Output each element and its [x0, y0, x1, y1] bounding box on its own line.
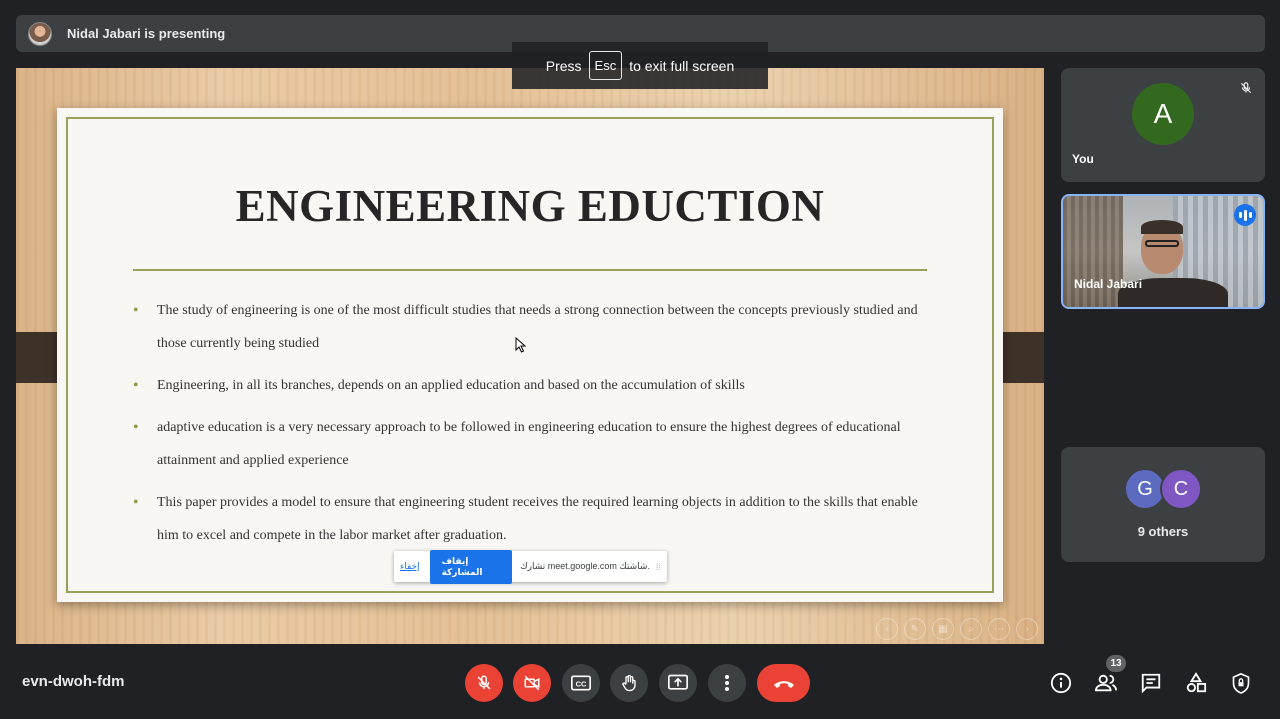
- hand-icon: [622, 674, 636, 692]
- participant-tile-presenter[interactable]: Nidal Jabari: [1061, 194, 1265, 309]
- esc-key-label: Esc: [588, 51, 623, 80]
- presenting-text: Nidal Jabari is presenting: [67, 26, 226, 41]
- mic-off-icon: [477, 675, 491, 690]
- shield-lock-icon: [1232, 672, 1250, 694]
- chat-button[interactable]: [1138, 670, 1164, 696]
- mouse-cursor-icon: [515, 337, 527, 353]
- presenter-avatar: [28, 21, 52, 46]
- hang-up-icon: [773, 681, 794, 688]
- avatar: A: [1132, 83, 1194, 145]
- slide-toolbar: ‹ ✎ ▦ ⌕ ⋯ ›: [876, 618, 1038, 640]
- stop-sharing-button[interactable]: إيقاف المشاركة: [429, 549, 513, 584]
- captions-icon: CC: [571, 675, 591, 691]
- screen-share-bar: إخفاء إيقاف المشاركة تشارك meet.google.c…: [394, 549, 667, 584]
- slide-bullets: The study of engineering is one of the m…: [133, 294, 933, 561]
- meeting-details-button[interactable]: [1048, 670, 1074, 696]
- bullet-item: adaptive education is a very necessary a…: [133, 411, 933, 477]
- participants-button[interactable]: [1093, 670, 1119, 696]
- activities-button[interactable]: [1183, 670, 1209, 696]
- participant-name: Nidal Jabari: [1074, 277, 1143, 291]
- bullet-item: This paper provides a model to ensure th…: [133, 486, 933, 552]
- meeting-code: evn-dwoh-fdm: [22, 673, 125, 690]
- bullet-item: Engineering, in all its branches, depend…: [133, 369, 933, 402]
- svg-text:CC: CC: [576, 679, 587, 688]
- fullscreen-exit-banner: Press Esc to exit full screen: [512, 42, 768, 89]
- speaking-indicator-icon: [1234, 204, 1256, 226]
- slides-grid-icon[interactable]: ▦: [932, 618, 954, 640]
- pen-icon[interactable]: ✎: [904, 618, 926, 640]
- shared-slide: ENGINEERING EDUCTION The study of engine…: [57, 108, 1003, 602]
- present-screen-button[interactable]: [659, 664, 697, 702]
- present-icon: [668, 674, 688, 690]
- chat-icon: [1141, 673, 1161, 694]
- banner-suffix-text: to exit full screen: [629, 57, 735, 74]
- zoom-icon[interactable]: ⌕: [960, 618, 982, 640]
- more-vert-icon: [725, 675, 729, 691]
- mic-toggle-button[interactable]: [465, 664, 503, 702]
- people-icon: [1095, 674, 1117, 692]
- title-divider: [133, 269, 927, 271]
- sharing-status-text: تشارك meet.google.com شاشتك.: [520, 561, 650, 571]
- meeting-controls-bar: evn-dwoh-fdm CC: [0, 652, 1280, 719]
- banner-press-text: Press: [545, 57, 582, 74]
- more-icon[interactable]: ⋯: [988, 618, 1010, 640]
- host-controls-button[interactable]: [1228, 670, 1254, 696]
- prev-slide-icon[interactable]: ‹: [876, 618, 898, 640]
- drag-handle-icon[interactable]: ⁞⁞: [656, 562, 661, 572]
- others-count-label: 9 others: [1137, 524, 1189, 539]
- more-options-button[interactable]: [708, 664, 746, 702]
- slide-title: ENGINEERING EDUCTION: [235, 181, 825, 231]
- info-icon: [1050, 672, 1072, 694]
- next-slide-icon[interactable]: ›: [1016, 618, 1038, 640]
- camera-off-icon: [524, 675, 540, 691]
- camera-toggle-button[interactable]: [513, 664, 551, 702]
- bullet-item: The study of engineering is one of the m…: [133, 294, 933, 360]
- end-call-button[interactable]: [757, 664, 810, 702]
- avatar: C: [1160, 468, 1202, 510]
- participant-name: You: [1072, 152, 1094, 166]
- participant-tile-others[interactable]: G C 9 others: [1061, 447, 1265, 562]
- participant-tile-you[interactable]: A You: [1061, 68, 1265, 182]
- participant-count-badge: 13: [1106, 655, 1126, 672]
- captions-button[interactable]: CC: [562, 664, 600, 702]
- mic-off-icon: [1235, 77, 1257, 99]
- hide-share-bar-link[interactable]: إخفاء: [400, 561, 420, 572]
- raise-hand-button[interactable]: [610, 664, 648, 702]
- activities-icon: [1186, 672, 1207, 693]
